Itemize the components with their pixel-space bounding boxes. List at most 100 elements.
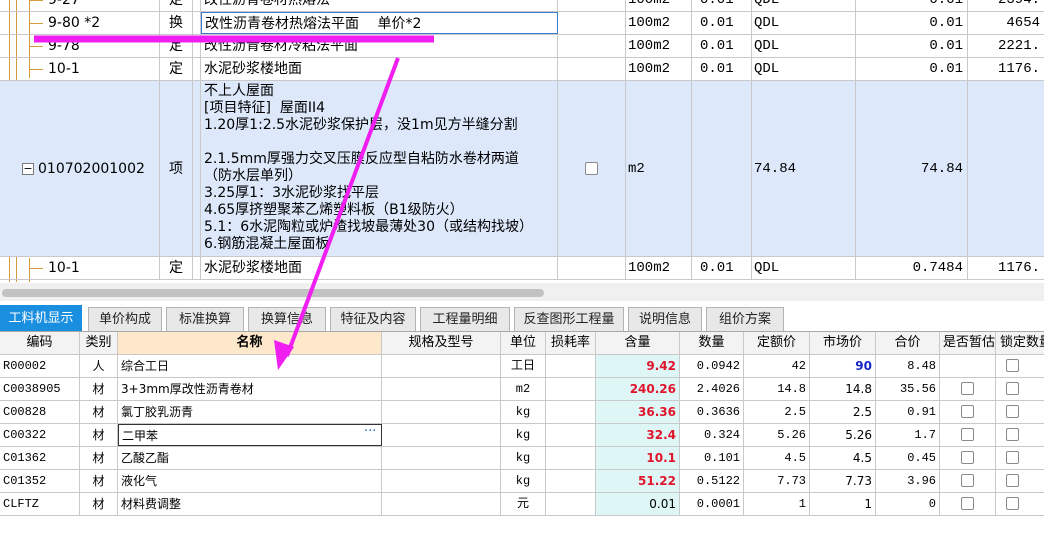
provisional-checkbox[interactable] — [961, 451, 974, 464]
mat-qty: 2.4026 — [680, 378, 744, 400]
material-row[interactable]: C01352 材液化气 kg 51.22 0.5122 7.73 7.73 3.96 — [0, 470, 1044, 493]
row-name[interactable]: 改性沥青卷材热熔法 — [201, 0, 558, 11]
tab-unit-price[interactable]: 单价构成 — [88, 307, 162, 331]
provisional-checkbox[interactable] — [961, 428, 974, 441]
header-total[interactable]: 合价 — [876, 332, 940, 354]
table-row[interactable]: 9-78 定 改性沥青卷材冷粘法平面 100m2 0.01 QDL 0.01 2… — [0, 35, 1044, 58]
row-name-editing[interactable]: 改性沥青卷材热熔法平面 单价*2 — [201, 12, 558, 34]
material-row[interactable]: C0038905 材 3+3mm厚改性沥青卷材 m2 240.26 2.4026 14.8 1… — [0, 378, 1044, 401]
item-checkbox[interactable] — [585, 162, 598, 175]
horizontal-scrollbar[interactable] — [0, 283, 1044, 301]
mat-category: 材 — [80, 424, 118, 446]
material-row[interactable]: C01362 材乙酸乙酯 kg 10.1 0.101 4.5 4.5 0.45 — [0, 447, 1044, 470]
material-row[interactable]: CLFTZ 材材料费调整元 0.01 0.0001 1 1 0 — [0, 493, 1044, 516]
header-code[interactable]: 编码 — [0, 332, 80, 354]
header-provisional[interactable]: 是否暂估 — [940, 332, 996, 354]
provisional-checkbox[interactable] — [961, 497, 974, 510]
mat-market-price[interactable]: 1 — [810, 493, 876, 515]
mat-name[interactable]: 乙酸乙酯 — [118, 447, 382, 469]
header-spec[interactable]: 规格及型号 — [382, 332, 501, 354]
material-row[interactable]: C00322 材二甲苯 kg 32.4 0.324 5.26 5.26 1.7 ··· — [0, 424, 1044, 447]
mat-total: 35.56 — [876, 378, 940, 400]
tab-quantity-detail[interactable]: 工程量明细 — [420, 307, 510, 331]
row-unit: 100m2 — [626, 12, 692, 34]
header-unit[interactable]: 单位 — [501, 332, 546, 354]
header-category[interactable]: 类别 — [80, 332, 118, 354]
row-unit: 100m2 — [626, 35, 692, 57]
table-row[interactable]: 10-1 定 水泥砂浆楼地面 100m2 0.01 QDL 0.7484 117… — [0, 257, 1044, 280]
material-row[interactable]: R00002 人综合工日 工日 9.42 0.0942 42 90 8.48 — [0, 355, 1044, 378]
lock-checkbox[interactable] — [1005, 497, 1019, 510]
selected-item-row[interactable]: 010702001002 − 项 不上人屋面 [项目特征] 屋面II4 1.20… — [0, 81, 1044, 257]
provisional-checkbox[interactable] — [961, 474, 974, 487]
mat-market-price[interactable]: 2.5 — [810, 401, 876, 423]
collapse-toggle-icon[interactable]: − — [22, 163, 34, 175]
header-name[interactable]: 名称 — [118, 332, 382, 354]
tab-labor-material[interactable]: 工料机显示 — [0, 305, 82, 331]
mat-category: 人 — [80, 355, 118, 377]
header-market-price[interactable]: 市场价 — [810, 332, 876, 354]
lock-checkbox[interactable] — [1005, 359, 1019, 372]
lock-checkbox[interactable] — [1005, 382, 1019, 395]
mat-qty: 0.0001 — [680, 493, 744, 515]
tab-features[interactable]: 特征及内容 — [330, 307, 416, 331]
tab-graphic-quantity[interactable]: 反查图形工程量 — [514, 307, 624, 331]
tab-pricing-plan[interactable]: 组价方案 — [706, 307, 784, 331]
lock-checkbox[interactable] — [1005, 474, 1019, 487]
mat-content[interactable]: 0.01 — [596, 493, 680, 515]
mat-content[interactable]: 51.22 — [596, 470, 680, 492]
mat-total: 0 — [876, 493, 940, 515]
mat-name[interactable]: 氯丁胶乳沥青 — [118, 401, 382, 423]
header-qty[interactable]: 数量 — [680, 332, 744, 354]
mat-total: 3.96 — [876, 470, 940, 492]
mat-lock — [996, 355, 1044, 377]
table-row[interactable]: 9-27 定 改性沥青卷材热熔法 100m2 0.01 QDL 0.01 239… — [0, 0, 1044, 12]
table-row[interactable]: 9-80 *2 换 改性沥青卷材热熔法平面 单价*2 100m2 0.01 QD… — [0, 12, 1044, 35]
mat-market-price[interactable]: 14.8 — [810, 378, 876, 400]
mat-market-price[interactable]: 90 — [810, 355, 876, 377]
mat-market-price[interactable]: 4.5 — [810, 447, 876, 469]
mat-qty: 0.3636 — [680, 401, 744, 423]
mat-market-price[interactable]: 7.73 — [810, 470, 876, 492]
mat-name[interactable]: 二甲苯 — [118, 424, 382, 446]
row-name[interactable]: 水泥砂浆楼地面 — [201, 257, 558, 279]
mat-code: C00828 — [0, 401, 80, 423]
mat-unit: m2 — [501, 378, 546, 400]
mat-loss — [546, 470, 596, 492]
lock-checkbox[interactable] — [1005, 451, 1019, 464]
tab-conversion-info[interactable]: 换算信息 — [248, 307, 326, 331]
table-row[interactable]: 10-1 定 水泥砂浆楼地面 100m2 0.01 QDL 0.01 1176. — [0, 58, 1044, 81]
mat-spec — [382, 355, 501, 377]
more-options-icon[interactable]: ··· — [364, 424, 1040, 439]
row-price: 4654 — [1006, 15, 1040, 31]
row-qty: 0.01 — [692, 58, 752, 80]
tab-standard-conversion[interactable]: 标准换算 — [166, 307, 244, 331]
item-description[interactable]: 不上人屋面 [项目特征] 屋面II4 1.20厚1:2.5水泥砂浆保护层，没1m… — [201, 81, 558, 256]
provisional-checkbox[interactable] — [961, 405, 974, 418]
scrollbar-thumb[interactable] — [2, 289, 544, 297]
row-name[interactable]: 水泥砂浆楼地面 — [201, 58, 558, 80]
mat-name[interactable]: 3+3mm厚改性沥青卷材 — [118, 378, 382, 400]
mat-content[interactable]: 10.1 — [596, 447, 680, 469]
header-content[interactable]: 含量 — [596, 332, 680, 354]
header-loss[interactable]: 损耗率 — [546, 332, 596, 354]
mat-spec — [382, 378, 501, 400]
header-quota-price[interactable]: 定额价 — [744, 332, 810, 354]
row-unit: 100m2 — [626, 0, 692, 11]
material-row[interactable]: C00828 材氯丁胶乳沥青 kg 36.36 0.3636 2.5 2.5 0.91 — [0, 401, 1044, 424]
mat-content[interactable]: 36.36 — [596, 401, 680, 423]
mat-name[interactable]: 综合工日 — [118, 355, 382, 377]
tab-notes[interactable]: 说明信息 — [628, 307, 702, 331]
mat-content[interactable]: 9.42 — [596, 355, 680, 377]
mat-provisional — [940, 355, 996, 377]
mat-content[interactable]: 240.26 — [596, 378, 680, 400]
mat-name[interactable]: 材料费调整 — [118, 493, 382, 515]
provisional-checkbox[interactable] — [961, 382, 974, 395]
mat-name[interactable]: 液化气 — [118, 470, 382, 492]
header-lock-qty[interactable]: 锁定数量 — [996, 332, 1044, 354]
lock-checkbox[interactable] — [1005, 405, 1019, 418]
row-name[interactable]: 改性沥青卷材冷粘法平面 — [201, 35, 558, 57]
mat-total: 0.45 — [876, 447, 940, 469]
mat-unit: kg — [501, 470, 546, 492]
lock-checkbox[interactable] — [1005, 428, 1019, 441]
